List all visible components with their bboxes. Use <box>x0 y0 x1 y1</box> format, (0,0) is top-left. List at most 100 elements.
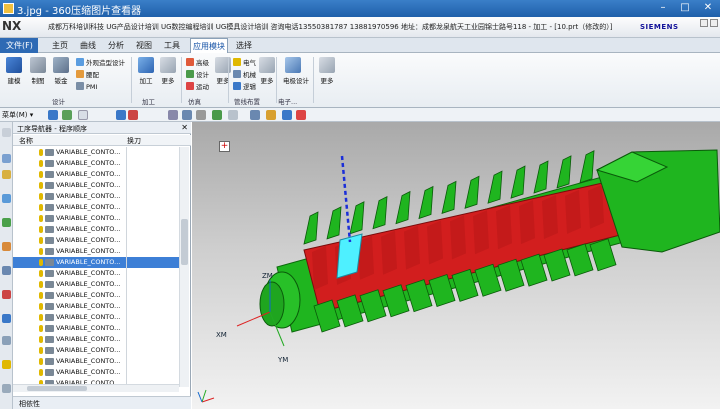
part-navigator-icon[interactable] <box>2 194 11 203</box>
file-menu-button[interactable]: 文件(F) <box>0 38 38 53</box>
shape-studio-button[interactable]: 外观造型设计 <box>76 58 125 68</box>
drafting-button[interactable]: 制图 <box>28 57 48 87</box>
select-scope-icon[interactable] <box>62 110 72 120</box>
helix-flank <box>312 246 328 290</box>
wcs-x-line <box>201 397 215 403</box>
machine-tool-icon[interactable] <box>2 242 11 251</box>
tab-curve[interactable]: 曲线 <box>78 38 98 53</box>
modeling-button[interactable]: 建模 <box>4 57 24 87</box>
hd3d-tools-icon[interactable] <box>2 290 11 299</box>
more-machining-button[interactable]: 更多 <box>158 57 178 87</box>
stop-icon[interactable] <box>296 110 306 120</box>
advanced-sim-label: 高级 <box>196 59 209 67</box>
operation-row[interactable]: VARIABLE_CONTO... <box>13 290 179 301</box>
operation-row[interactable]: VARIABLE_CONTO... <box>13 345 179 356</box>
wcs-icon[interactable] <box>282 110 292 120</box>
more-sim-button[interactable]: 更多 <box>213 57 233 87</box>
electrical-button[interactable]: 电气 <box>233 58 256 68</box>
constraint-navigator-icon[interactable] <box>2 170 11 179</box>
operation-row[interactable]: VARIABLE_CONTO... <box>13 279 179 290</box>
column-tool-change[interactable]: 换刀 <box>127 136 141 146</box>
navigator-header: 工序导航器 - 程序顺序 ✕ <box>13 122 191 134</box>
close-button[interactable]: ✕ <box>697 1 719 15</box>
process-studio-icon[interactable] <box>2 360 11 369</box>
tool-change-cell <box>126 279 127 290</box>
column-name[interactable]: 名称 <box>19 136 33 146</box>
operation-navigator-icon[interactable] <box>2 218 11 227</box>
minimize-button[interactable]: – <box>652 1 674 15</box>
operation-row[interactable]: VARIABLE_CONTO... <box>13 323 179 334</box>
motion-button[interactable]: 运动 <box>186 82 209 92</box>
assembly-button[interactable]: 腰配 <box>76 70 99 80</box>
tab-application[interactable]: 应用模块 <box>190 38 228 53</box>
operation-row[interactable]: VARIABLE_CONTO... <box>13 180 179 191</box>
show-hide-icon[interactable] <box>266 110 276 120</box>
pmi-button[interactable]: PMI <box>76 82 97 92</box>
menu-dropdown[interactable]: 菜单(M) ▾ <box>2 110 33 120</box>
operation-row[interactable]: VARIABLE_CONTO... <box>13 147 179 158</box>
tab-view[interactable]: 视图 <box>134 38 154 53</box>
window-minimize-button[interactable] <box>700 19 708 27</box>
history-icon[interactable] <box>2 336 11 345</box>
operation-row[interactable]: VARIABLE_CONTO... <box>13 158 179 169</box>
operation-row[interactable]: VARIABLE_CONTO... <box>13 367 179 378</box>
view-orient-icon[interactable] <box>168 110 178 120</box>
web-browser-icon[interactable] <box>2 314 11 323</box>
filter-dropdown-icon[interactable] <box>78 110 88 120</box>
snap-end-icon[interactable] <box>128 110 138 120</box>
more-pipe-button[interactable]: 更多 <box>257 57 277 87</box>
zoom-icon[interactable] <box>182 110 192 120</box>
view-dropdown-icon[interactable] <box>228 110 238 120</box>
design-sim-button[interactable]: 设计 <box>186 70 209 80</box>
operation-row[interactable]: VARIABLE_CONTO... <box>13 246 179 257</box>
mechanical-button[interactable]: 机械 <box>233 70 256 80</box>
pan-icon[interactable] <box>196 110 206 120</box>
operation-row[interactable]: VARIABLE_CONTO... <box>13 169 179 180</box>
machining-button[interactable]: 加工 <box>136 57 156 87</box>
maximize-button[interactable]: □ <box>674 1 696 15</box>
roles-icon[interactable] <box>2 384 11 393</box>
nx-window-title: 成都万科培训科技 UG产品设计培训 UG数控编程培训 UG模具设计培训 咨询电话… <box>48 23 613 31</box>
operation-row[interactable]: VARIABLE_CONTO... <box>13 213 179 224</box>
operation-row[interactable]: VARIABLE_CONTO... <box>13 268 179 279</box>
more-icon <box>160 57 176 73</box>
close-icon[interactable]: ✕ <box>181 123 188 132</box>
tab-select[interactable]: 选择 <box>234 38 254 53</box>
operation-row[interactable]: VARIABLE_CONTO... <box>13 312 179 323</box>
tab-home[interactable]: 主页 <box>50 38 70 53</box>
operation-row[interactable]: VARIABLE_CONTO... <box>13 235 179 246</box>
operation-row[interactable]: VARIABLE_CONTO... <box>13 257 179 268</box>
operation-row[interactable]: VARIABLE_CONTO... <box>13 334 179 345</box>
scroll-thumb[interactable] <box>27 386 87 391</box>
select-filter-icon[interactable] <box>48 110 58 120</box>
operation-row[interactable]: VARIABLE_CONTO... <box>13 224 179 235</box>
variable-contour-op-icon <box>45 270 54 277</box>
operation-row[interactable]: VARIABLE_CONTO... <box>13 191 179 202</box>
operation-row[interactable]: VARIABLE_CONTO... <box>13 301 179 312</box>
layer-icon[interactable] <box>250 110 260 120</box>
operation-row[interactable]: VARIABLE_CONTO... <box>13 202 179 213</box>
electrode-design-button[interactable]: 电极设计 <box>283 57 309 87</box>
more-electronics-button[interactable]: 更多 <box>317 57 337 87</box>
logic-button[interactable]: 逻辑 <box>233 82 256 92</box>
reuse-library-icon[interactable] <box>2 266 11 275</box>
tab-analysis[interactable]: 分析 <box>106 38 126 53</box>
navigator-horizontal-scrollbar[interactable] <box>13 384 179 392</box>
scroll-thumb[interactable] <box>181 219 188 265</box>
dependencies-panel[interactable]: 相依性 <box>13 396 191 409</box>
siemens-logo: SIEMENS <box>640 23 679 31</box>
navigator-vertical-scrollbar[interactable] <box>179 147 189 387</box>
settings-icon[interactable] <box>2 128 11 137</box>
operation-row[interactable]: VARIABLE_CONTO... <box>13 356 179 367</box>
window-close-button[interactable] <box>710 19 718 27</box>
render-style-icon[interactable] <box>212 110 222 120</box>
tab-tools[interactable]: 工具 <box>162 38 182 53</box>
snap-point-icon[interactable] <box>116 110 126 120</box>
advanced-sim-button[interactable]: 高级 <box>186 58 209 68</box>
tool-change-cell <box>126 147 127 158</box>
graphics-window[interactable]: + ZM XM YM <box>192 122 720 409</box>
sheet-metal-button[interactable]: 钣金 <box>51 57 71 87</box>
column-header: 名称 换刀 <box>13 135 191 146</box>
assembly-navigator-icon[interactable] <box>2 154 11 163</box>
part-model[interactable]: ZM XM YM <box>192 122 720 409</box>
